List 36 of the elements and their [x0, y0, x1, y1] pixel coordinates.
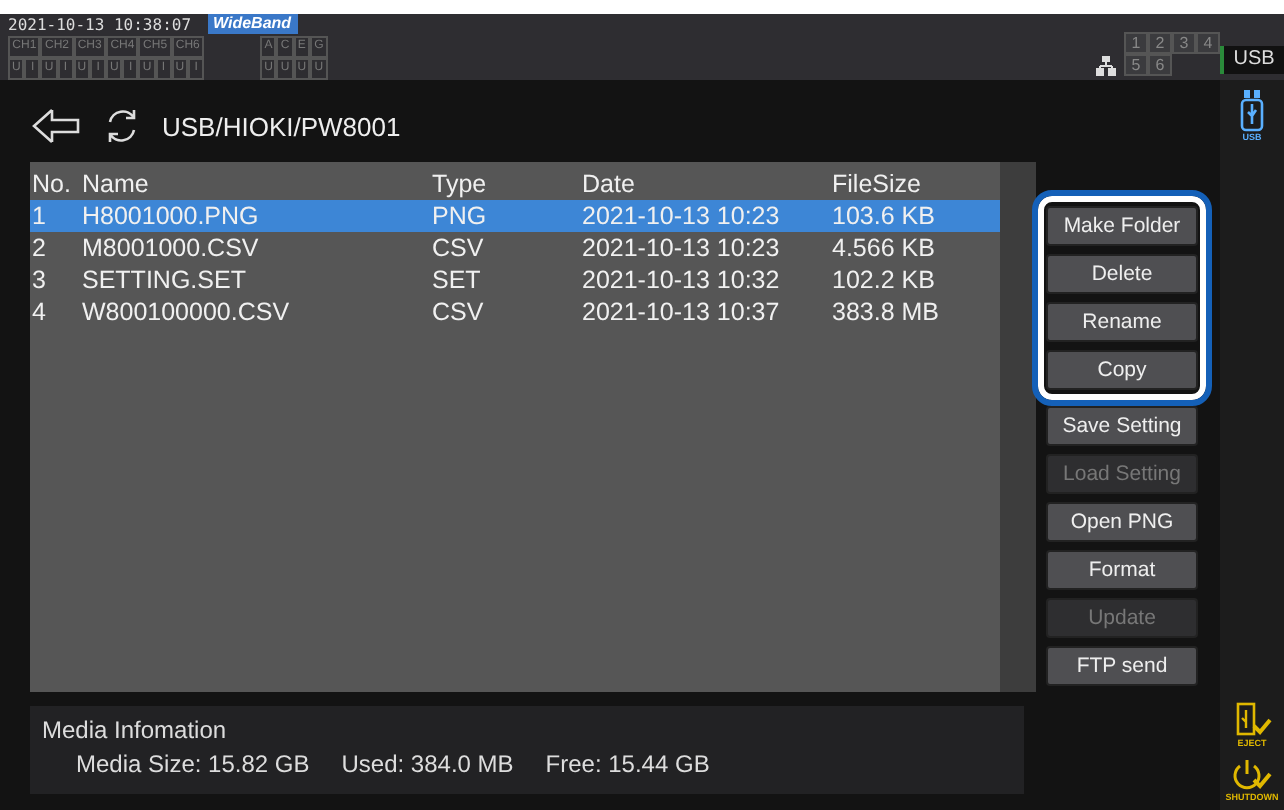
back-arrow-icon[interactable]	[30, 106, 82, 146]
network-icon	[1096, 56, 1116, 76]
action-button[interactable]: FTP send	[1046, 646, 1198, 686]
port-indicator: 4	[1196, 32, 1220, 54]
action-button[interactable]: Format	[1046, 550, 1198, 590]
media-size: Media Size: 15.82 GB	[76, 750, 310, 778]
media-info-title: Media Infomation	[42, 716, 229, 744]
action-button[interactable]: Copy	[1046, 350, 1198, 390]
port-indicator: 1	[1124, 32, 1148, 54]
media-used: Used: 384.0 MB	[341, 750, 514, 778]
action-button[interactable]: Make Folder	[1046, 206, 1198, 246]
action-button[interactable]: Rename	[1046, 302, 1198, 342]
action-button[interactable]: Save Setting	[1046, 406, 1198, 446]
usb-drive-icon	[1238, 88, 1266, 132]
media-free: Free: 15.44 GB	[545, 750, 710, 778]
media-tab[interactable]: USB	[1220, 46, 1284, 74]
file-row[interactable]: 3 SETTING.SET SET 2021-10-13 10:32 102.2 KB	[30, 264, 1000, 296]
action-button[interactable]: Delete	[1046, 254, 1198, 294]
port-indicator: 5	[1124, 54, 1148, 76]
scrollbar[interactable]	[1000, 162, 1036, 692]
power-check-icon[interactable]	[1232, 756, 1272, 792]
port-indicator: 3	[1172, 32, 1196, 54]
column-header: Date	[580, 170, 637, 198]
file-row[interactable]: 4 W800100000.CSV CSV 2021-10-13 10:37 383.8 MB	[30, 296, 1000, 328]
date-time: 2021-10-13 10:38:07	[8, 15, 192, 33]
column-header: Type	[430, 170, 489, 198]
folder-path: USB/HIOKI/PW8001	[162, 111, 401, 141]
file-row[interactable]: 2 M8001000.CSV CSV 2021-10-13 10:23 4.566 KB	[30, 232, 1000, 264]
column-header: FileSize	[830, 170, 923, 198]
mode-badge: WideBand	[207, 14, 298, 34]
usb-check-icon[interactable]	[1232, 702, 1272, 738]
column-header: Name	[80, 170, 151, 198]
port-indicator: 2	[1148, 32, 1172, 54]
column-header: No.	[30, 170, 73, 198]
port-indicator: 6	[1148, 54, 1172, 76]
action-button[interactable]: Open PNG	[1046, 502, 1198, 542]
